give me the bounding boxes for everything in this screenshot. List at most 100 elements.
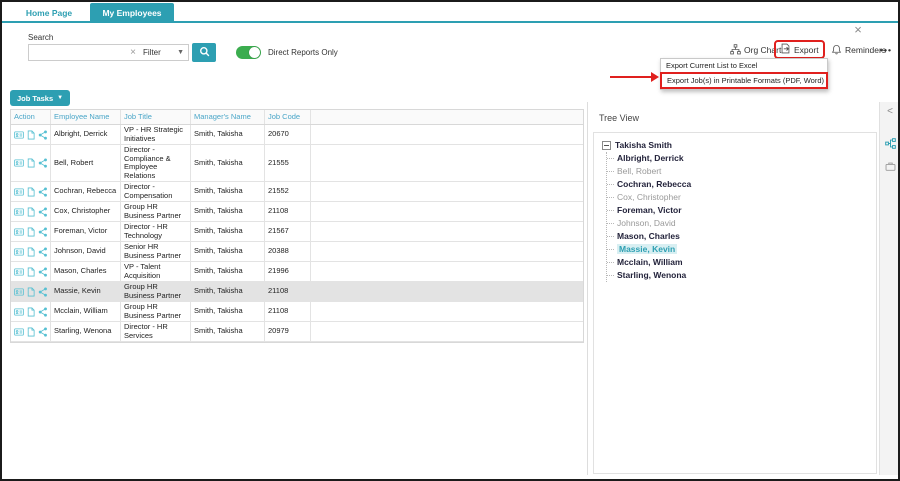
more-options-button[interactable]: •••	[880, 43, 892, 57]
tree-item[interactable]: Cochran, Rebecca	[607, 178, 868, 191]
row-action-cell	[11, 125, 51, 144]
tab-home-page[interactable]: Home Page	[8, 3, 90, 23]
clear-search-icon[interactable]: ×	[130, 48, 136, 58]
tree-item[interactable]: Mason, Charles	[607, 230, 868, 243]
share-icon[interactable]	[38, 307, 48, 317]
tree-item[interactable]: Mcclain, William	[607, 256, 868, 269]
job-title-cell: VP - HR Strategic Initiatives	[121, 125, 191, 144]
employee-name-cell: Massie, Kevin	[51, 282, 121, 301]
document-icon[interactable]	[26, 130, 36, 140]
annotation-arrow-head	[651, 72, 659, 82]
search-button[interactable]	[192, 43, 216, 62]
column-header-employee-name[interactable]: Employee Name	[51, 110, 121, 124]
column-header-job-code[interactable]: Job Code	[265, 110, 311, 124]
employee-card-icon[interactable]	[14, 227, 24, 237]
employee-name-cell: Cox, Christopher	[51, 202, 121, 221]
employee-card-icon[interactable]	[14, 187, 24, 197]
employee-card-icon[interactable]	[14, 130, 24, 140]
tree-item[interactable]: Johnson, David	[607, 217, 868, 230]
share-icon[interactable]	[38, 227, 48, 237]
table-row[interactable]: Cox, Christopher Group HR Business Partn…	[11, 202, 583, 222]
employee-card-icon[interactable]	[14, 247, 24, 257]
table-row[interactable]: Albright, Derrick VP - HR Strategic Init…	[11, 125, 583, 145]
employee-card-icon[interactable]	[14, 287, 24, 297]
briefcase-icon-button[interactable]	[880, 158, 900, 178]
search-input[interactable]	[29, 46, 119, 59]
tree-item-label: Mcclain, William	[617, 257, 683, 267]
reminders-button[interactable]: Reminders	[831, 43, 886, 57]
employee-card-icon[interactable]	[14, 267, 24, 277]
table-row[interactable]: Massie, Kevin Group HR Business Partner …	[11, 282, 583, 302]
job-title-cell: Director - Compensation	[121, 182, 191, 201]
tree-item-label: Albright, Derrick	[617, 153, 684, 163]
tab-my-employees[interactable]: My Employees	[90, 3, 174, 23]
employee-name-cell: Mcclain, William	[51, 302, 121, 321]
table-row[interactable]: Cochran, Rebecca Director - Compensation…	[11, 182, 583, 202]
tree-item[interactable]: Massie, Kevin	[607, 243, 868, 256]
document-icon[interactable]	[26, 247, 36, 257]
share-icon[interactable]	[38, 187, 48, 197]
tree-item[interactable]: Foreman, Victor	[607, 204, 868, 217]
tree-item[interactable]: Cox, Christopher	[607, 191, 868, 204]
collapse-panel-icon[interactable]: <	[880, 106, 900, 117]
table-row[interactable]: Starling, Wenona Director - HR Services …	[11, 322, 583, 342]
share-icon[interactable]	[38, 327, 48, 337]
share-icon[interactable]	[38, 207, 48, 217]
filter-dropdown[interactable]: Filter ▼	[139, 44, 189, 61]
row-action-cell	[11, 302, 51, 321]
document-icon[interactable]	[26, 327, 36, 337]
table-row[interactable]: Foreman, Victor Director - HR Technology…	[11, 222, 583, 242]
employee-card-icon[interactable]	[14, 207, 24, 217]
job-code-cell: 21555	[265, 145, 311, 181]
filler-cell	[311, 262, 583, 281]
table-row[interactable]: Johnson, David Senior HR Business Partne…	[11, 242, 583, 262]
table-row[interactable]: Bell, Robert Director - Compliance & Emp…	[11, 145, 583, 182]
app-window: Home Page My Employees × Search × Filter…	[0, 0, 900, 481]
document-icon[interactable]	[26, 267, 36, 277]
export-button[interactable]: Export	[774, 40, 825, 59]
tree-item[interactable]: Starling, Wenona	[607, 269, 868, 282]
column-header-action[interactable]: Action	[11, 110, 51, 124]
document-icon[interactable]	[26, 227, 36, 237]
column-header-job-title[interactable]: Job Title	[121, 110, 191, 124]
share-icon[interactable]	[38, 158, 48, 168]
column-header-manager-name[interactable]: Manager's Name	[191, 110, 265, 124]
table-row[interactable]: Mcclain, William Group HR Business Partn…	[11, 302, 583, 322]
employee-card-icon[interactable]	[14, 158, 24, 168]
tree-root-node[interactable]: Takisha Smith	[602, 139, 868, 152]
document-icon[interactable]	[26, 287, 36, 297]
share-icon[interactable]	[38, 267, 48, 277]
menu-item-export-printable[interactable]: Export Job(s) in Printable Formats (PDF,…	[660, 72, 828, 89]
job-code-cell: 20388	[265, 242, 311, 261]
share-icon[interactable]	[38, 130, 48, 140]
tree-item-label: Foreman, Victor	[617, 205, 682, 215]
document-icon[interactable]	[26, 307, 36, 317]
tree-item[interactable]: Bell, Robert	[607, 165, 868, 178]
document-icon[interactable]	[26, 187, 36, 197]
column-header-filler	[311, 110, 583, 124]
collapse-icon[interactable]	[602, 141, 611, 150]
employee-card-icon[interactable]	[14, 307, 24, 317]
export-dropdown-menu: Export Current List to Excel Export Job(…	[660, 58, 828, 90]
employee-name-cell: Bell, Robert	[51, 145, 121, 181]
hierarchy-icon	[885, 136, 896, 154]
job-tasks-button[interactable]: Job Tasks ▼	[10, 90, 70, 106]
filler-cell	[311, 202, 583, 221]
tree-view-rail-button[interactable]	[880, 135, 900, 155]
close-icon[interactable]: ×	[851, 22, 865, 37]
tree-item[interactable]: Albright, Derrick	[607, 152, 868, 165]
job-title-cell: Group HR Business Partner	[121, 202, 191, 221]
annotation-arrow	[610, 76, 652, 78]
row-action-cell	[11, 145, 51, 181]
document-icon[interactable]	[26, 207, 36, 217]
table-row[interactable]: Mason, Charles VP - Talent Acquisition S…	[11, 262, 583, 282]
document-icon[interactable]	[26, 158, 36, 168]
filler-cell	[311, 145, 583, 181]
menu-item-export-excel[interactable]: Export Current List to Excel	[661, 59, 827, 72]
tree-view-title: Tree View	[599, 113, 639, 123]
search-label: Search	[28, 33, 53, 42]
share-icon[interactable]	[38, 247, 48, 257]
employee-card-icon[interactable]	[14, 327, 24, 337]
direct-reports-toggle[interactable]	[236, 46, 261, 59]
share-icon[interactable]	[38, 287, 48, 297]
